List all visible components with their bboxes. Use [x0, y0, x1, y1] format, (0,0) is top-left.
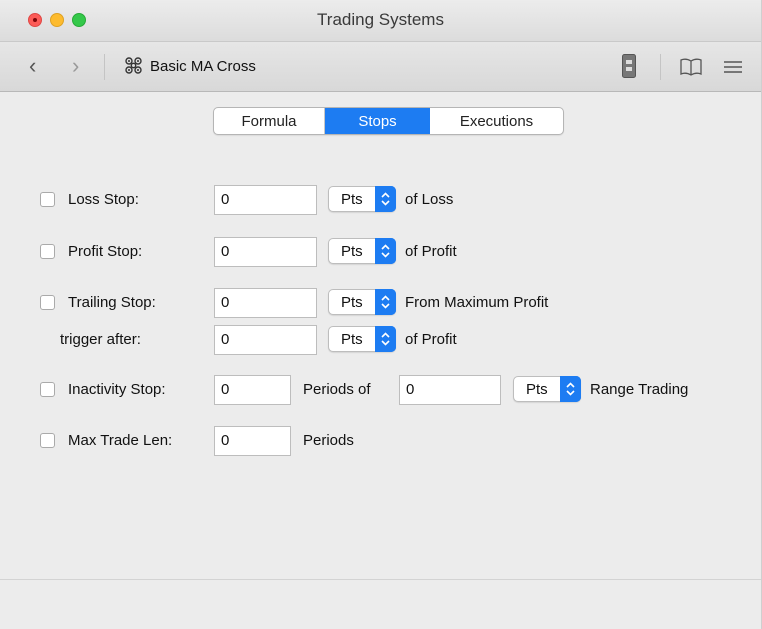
back-button[interactable]: ‹ [29, 55, 36, 77]
loss-stop-input[interactable]: 0 [214, 185, 317, 215]
profit-stop-checkbox[interactable] [40, 244, 55, 259]
tab-stops[interactable]: Stops [325, 108, 430, 134]
max-trade-len-suffix: Periods [303, 432, 354, 449]
forward-button[interactable]: › [72, 55, 79, 77]
title-bar: Trading Systems [0, 0, 761, 42]
profit-stop-unit-popup[interactable]: Pts [328, 238, 396, 264]
tab-executions[interactable]: Executions [430, 108, 563, 134]
trigger-after-row: trigger after: 0 Pts of Profit [0, 325, 761, 355]
popup-arrows-icon [560, 376, 581, 402]
window-title: Trading Systems [317, 10, 444, 29]
toolbar-separator [660, 54, 661, 80]
bottom-separator [0, 579, 761, 580]
trailing-stop-suffix: From Maximum Profit [405, 294, 549, 311]
popup-arrows-icon [375, 238, 396, 264]
loss-stop-row: Loss Stop: 0 Pts of Loss [0, 185, 761, 215]
trailing-stop-checkbox[interactable] [40, 295, 55, 310]
toolbar: ‹ › Basic MA Cross [0, 42, 761, 92]
system-name: Basic MA Cross [150, 58, 256, 75]
popup-value: Pts [341, 331, 363, 348]
inactivity-periods-input[interactable]: 0 [214, 375, 291, 405]
inactivity-unit-popup[interactable]: Pts [513, 376, 581, 402]
trailing-stop-label: Trailing Stop: [68, 294, 156, 311]
trigger-after-suffix: of Profit [405, 331, 457, 348]
loss-stop-label: Loss Stop: [68, 191, 139, 208]
inactivity-stop-label: Inactivity Stop: [68, 381, 166, 398]
inactivity-stop-checkbox[interactable] [40, 382, 55, 397]
trigger-after-label: trigger after: [60, 331, 141, 348]
max-trade-len-checkbox[interactable] [40, 433, 55, 448]
profit-stop-suffix: of Profit [405, 243, 457, 260]
toolbar-separator [104, 54, 105, 80]
trailing-stop-input[interactable]: 0 [214, 288, 317, 318]
popup-arrows-icon [375, 289, 396, 315]
tab-segmented-control: Formula Stops Executions [213, 107, 564, 135]
book-icon[interactable] [680, 58, 702, 76]
trigger-after-unit-popup[interactable]: Pts [328, 326, 396, 352]
inactivity-stop-row: Inactivity Stop: 0 Periods of 0 Pts Rang… [0, 375, 761, 405]
tab-formula[interactable]: Formula [214, 108, 325, 134]
popup-value: Pts [526, 381, 548, 398]
max-trade-len-input[interactable]: 0 [214, 426, 291, 456]
popup-arrows-icon [375, 326, 396, 352]
document-icon[interactable] [622, 54, 636, 78]
popup-value: Pts [341, 243, 363, 260]
loss-stop-suffix: of Loss [405, 191, 454, 208]
max-trade-len-label: Max Trade Len: [68, 432, 173, 449]
trailing-stop-unit-popup[interactable]: Pts [328, 289, 396, 315]
max-trade-len-row: Max Trade Len: 0 Periods [0, 426, 761, 456]
trigger-after-input[interactable]: 0 [214, 325, 317, 355]
loss-stop-checkbox[interactable] [40, 192, 55, 207]
popup-arrows-icon [375, 186, 396, 212]
list-icon[interactable] [723, 59, 743, 75]
trailing-stop-row: Trailing Stop: 0 Pts From Maximum Profit [0, 288, 761, 318]
popup-value: Pts [341, 294, 363, 311]
periods-of-label: Periods of [303, 381, 371, 398]
loss-stop-unit-popup[interactable]: Pts [328, 186, 396, 212]
inactivity-suffix: Range Trading [590, 381, 689, 398]
popup-value: Pts [341, 191, 363, 208]
inactivity-range-input[interactable]: 0 [399, 375, 501, 405]
trading-system-icon [125, 57, 142, 74]
window: Trading Systems ‹ › Basic MA Cross Formu… [0, 0, 762, 629]
profit-stop-input[interactable]: 0 [214, 237, 317, 267]
profit-stop-label: Profit Stop: [68, 243, 143, 260]
profit-stop-row: Profit Stop: 0 Pts of Profit [0, 237, 761, 267]
